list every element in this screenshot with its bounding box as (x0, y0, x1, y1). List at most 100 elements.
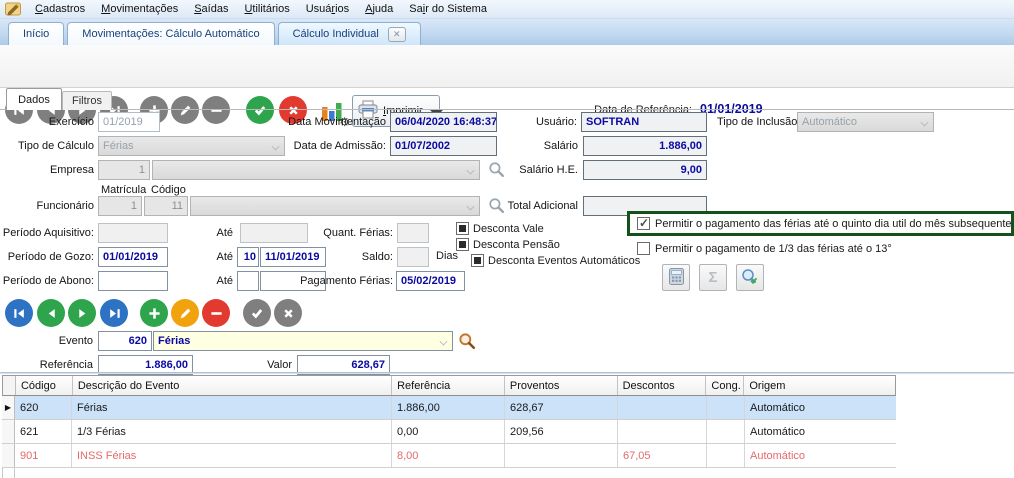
funcionario-matricula-field[interactable]: 1 (98, 196, 142, 216)
app-window: CadastrosMovimentaçõesSaídasUtilitáriosU… (0, 0, 1014, 478)
menu-item-movimenta-es[interactable]: Movimentações (93, 2, 186, 16)
grid-cell-origem[interactable]: Automático (745, 444, 896, 467)
desconta-vale-checkbox[interactable] (456, 222, 469, 235)
grid-column-header-proventos[interactable]: Proventos (505, 376, 618, 395)
empresa-label: Empresa (0, 164, 94, 176)
preview-report-button[interactable] (736, 264, 764, 291)
aquisitivo-fim-field[interactable] (240, 223, 308, 243)
menu-item-sa-das[interactable]: Saídas (186, 2, 236, 16)
menu-item-cadastros[interactable]: Cadastros (27, 2, 93, 16)
evento-search-icon[interactable] (458, 332, 476, 350)
row-selector-cell[interactable] (2, 444, 15, 467)
abono-dias-field[interactable] (237, 271, 259, 291)
grid-column-header-origem[interactable]: Origem (744, 376, 895, 395)
tab-close-icon[interactable]: ✕ (388, 27, 406, 42)
grid-cell-descontos[interactable]: 67,05 (618, 444, 707, 467)
desconta-eventos-checkbox[interactable] (471, 254, 484, 267)
quant-ferias-field[interactable] (397, 223, 429, 243)
menu-item-utilit-rios[interactable]: Utilitários (236, 2, 297, 16)
row-pointer-icon[interactable]: ▶ (2, 396, 15, 419)
grid-cell-cong[interactable] (707, 420, 745, 443)
grid-cell-cong[interactable] (707, 444, 745, 467)
doc-tab-c-lculo-individual[interactable]: Cálculo Individual ✕ (278, 22, 421, 45)
doc-tab-label: Início (23, 28, 49, 40)
doc-tab-movimenta-es-c-lculo-autom-tico[interactable]: Movimentações: Cálculo Automático (67, 22, 274, 45)
doc-tab-in-cio[interactable]: Início (8, 22, 64, 45)
grid-cell-codigo[interactable]: 901 (15, 444, 72, 467)
abono-inicio-field[interactable] (98, 271, 168, 291)
event-nav-last-button[interactable] (100, 299, 128, 327)
grid-cell-descricao[interactable]: INSS Férias (72, 444, 392, 467)
permitir-quinto-dia-checkbox[interactable] (637, 217, 650, 230)
tab-dados[interactable]: Dados (6, 88, 62, 110)
menu-bar: CadastrosMovimentaçõesSaídasUtilitáriosU… (0, 0, 1014, 19)
grid-column-header-c-digo[interactable]: Código (16, 376, 73, 395)
grid-selector-header (3, 376, 16, 395)
gozo-inicio-field[interactable]: 01/01/2019 (98, 247, 168, 267)
tipo-calculo-select[interactable]: Férias (98, 136, 285, 156)
grid-cell-proventos[interactable] (505, 444, 618, 467)
grid-cell-descricao[interactable]: 1/3 Férias (72, 420, 392, 443)
menu-item-usu-rios[interactable]: Usuários (298, 2, 357, 16)
grid-cell-origem[interactable]: Automático (745, 396, 896, 419)
doc-tab-label: Cálculo Individual (293, 28, 379, 40)
evento-label: Evento (0, 335, 93, 347)
salario-he-label: Salário H.E. (460, 164, 578, 176)
exercicio-field[interactable]: 01/2019 (98, 112, 160, 132)
event-nav-next-button[interactable] (68, 299, 96, 327)
tab-filtros[interactable]: Filtros (62, 91, 112, 110)
tipo-inclusao-select[interactable]: Automático (797, 112, 934, 132)
table-row[interactable]: 6211/3 Férias0,00209,56 Automático (2, 420, 896, 444)
sum-button[interactable]: Σ (699, 264, 727, 291)
event-add-button[interactable] (140, 299, 168, 327)
grid-cell-codigo[interactable]: 620 (15, 396, 72, 419)
app-icon (5, 2, 21, 16)
grid-column-header-descontos[interactable]: Descontos (618, 376, 707, 395)
menu-item-ajuda[interactable]: Ajuda (357, 2, 401, 16)
event-nav-first-button[interactable] (5, 299, 33, 327)
grid-cell-referencia[interactable]: 1.886,00 (392, 396, 505, 419)
desconta-pensao-checkbox[interactable] (456, 238, 469, 251)
page-tabs: Dados Filtros (0, 88, 1014, 110)
pagamento-ferias-field[interactable]: 05/02/2019 (396, 271, 465, 291)
saldo-field[interactable] (397, 247, 429, 267)
calculator-button[interactable] (662, 264, 690, 291)
grid-cell-referencia[interactable]: 8,00 (392, 444, 505, 467)
empresa-codigo-field[interactable]: 1 (98, 160, 150, 180)
aquisitivo-inicio-field[interactable] (98, 223, 168, 243)
evento-select[interactable]: Férias (153, 331, 453, 351)
event-delete-button[interactable] (202, 299, 230, 327)
evento-codigo-field[interactable]: 620 (98, 331, 152, 351)
funcionario-codigo-field[interactable]: 11 (144, 196, 188, 216)
event-cancel-button[interactable] (274, 299, 302, 327)
saldo-label: Saldo: (300, 251, 393, 263)
grid-cell-codigo[interactable]: 621 (15, 420, 72, 443)
funcionario-select[interactable] (190, 196, 480, 216)
desconta-eventos-label: Desconta Eventos Automáticos (488, 255, 640, 267)
doc-tab-label: Movimentações: Cálculo Automático (82, 28, 259, 40)
table-row[interactable]: ▶620Férias1.886,00628,67 Automático (2, 396, 896, 420)
table-row[interactable]: 901INSS Férias8,00 67,05 Automático (2, 444, 896, 468)
permitir-terco-checkbox[interactable] (637, 242, 650, 255)
grid-cell-descricao[interactable]: Férias (72, 396, 392, 419)
event-nav-prev-button[interactable] (37, 299, 65, 327)
main-toolbar: ⚙ Imprimir Data de Referência: 01/01/201… (0, 45, 1014, 88)
grid-cell-referencia[interactable]: 0,00 (392, 420, 505, 443)
event-edit-button[interactable] (171, 299, 199, 327)
grid-cell-origem[interactable]: Automático (745, 420, 896, 443)
funcionario-label: Funcionário (0, 200, 94, 212)
gozo-dias-field[interactable]: 10 (237, 247, 259, 267)
grid-column-header-descri-o-do-evento[interactable]: Descrição do Evento (73, 376, 392, 395)
grid-cell-proventos[interactable]: 628,67 (505, 396, 618, 419)
grid-cell-cong[interactable] (707, 396, 745, 419)
grid-column-header-cong-[interactable]: Cong. (706, 376, 744, 395)
grid-cell-descontos[interactable] (618, 420, 707, 443)
grid-cell-proventos[interactable]: 209,56 (505, 420, 618, 443)
data-movimentacao-label: Data Movimentação (280, 116, 386, 128)
row-selector-cell[interactable] (2, 420, 15, 443)
grid-cell-descontos[interactable] (618, 396, 707, 419)
event-confirm-button[interactable] (243, 299, 271, 327)
menu-item-sair-do-sistema[interactable]: Sair do Sistema (401, 2, 495, 16)
empresa-select[interactable] (152, 160, 480, 180)
grid-column-header-refer-ncia[interactable]: Referência (392, 376, 505, 395)
